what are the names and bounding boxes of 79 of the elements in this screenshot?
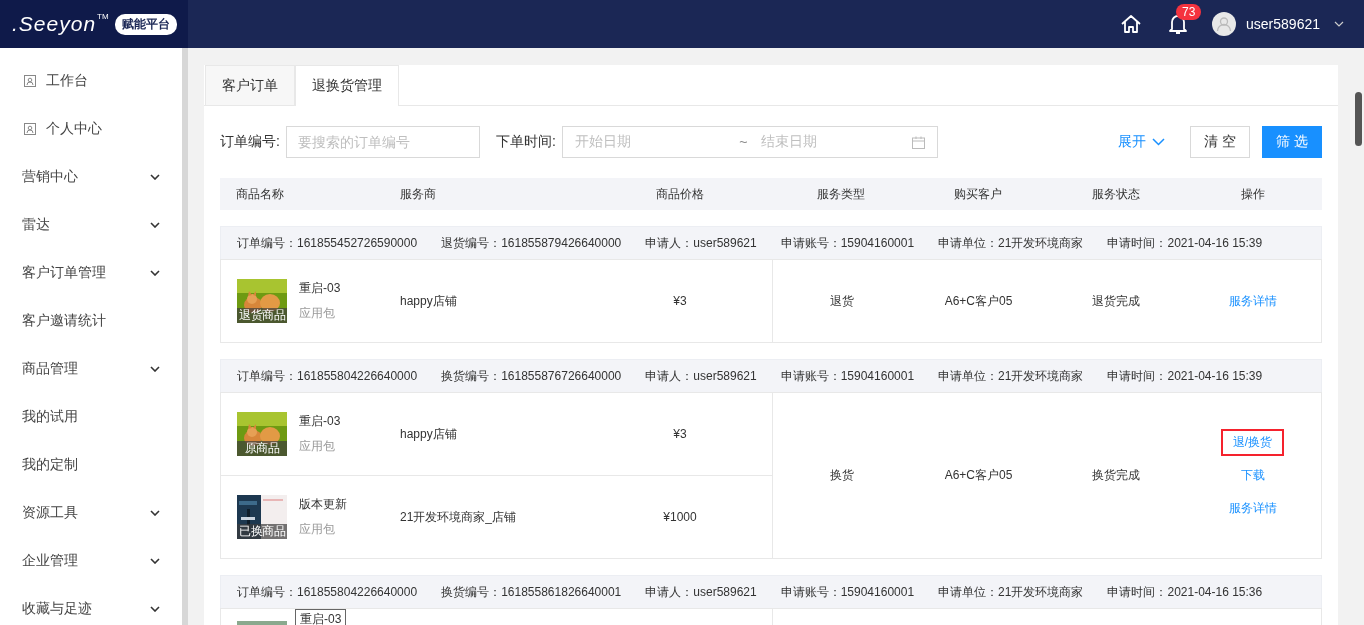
order-field: 换货编号：161855876726640000 [441,367,622,385]
thumbnail-caption: 退货商品 [237,308,287,323]
order-field: 申请单位：21开发环境商家 [938,367,1084,385]
sidebar-item[interactable]: 个人中心 [0,105,182,153]
sidebar-item[interactable]: 工作台 [0,57,182,105]
sidebar-item[interactable]: 商品管理 [0,345,182,393]
date-range-field[interactable]: 开始日期 ~ 结束日期 [561,126,938,158]
trademark: TM [97,12,109,21]
order-field: 申请账号：15904160001 [780,583,915,601]
scrollbar-thumb[interactable] [1355,92,1362,146]
order-field: 订单编号：161855804226640000 [237,583,418,601]
table-cell-text: 换货完成 [1090,467,1141,484]
sidebar-item[interactable]: 我的定制 [0,441,182,489]
logo: .Seeyon [12,12,97,36]
sidebar-item[interactable]: 我的试用 [0,393,182,441]
table-cell-text: happy店铺 [400,292,458,310]
column-header: 购买客户 [953,185,1004,203]
order-field: 退货编号：161855879426640000 [441,234,622,252]
user-card-icon [24,75,36,87]
product-name: 重启-03 [299,280,341,297]
table-cell-text: 退货 [828,292,855,310]
tab[interactable]: 退换货管理 [295,65,399,106]
table-cell-text: 21开发环境商家_店铺 [400,508,518,526]
tab[interactable]: 客户订单 [205,65,295,105]
order-field: 申请账号：15904160001 [780,367,915,385]
order-field: 订单编号：161855804226640000 [237,367,418,385]
home-icon[interactable] [1120,13,1143,35]
sidebar-item[interactable]: 资源工具 [0,489,182,537]
order-field: 申请时间：2021-04-16 15:36 [1107,583,1263,601]
sidebar-item[interactable]: 雷达 [0,201,182,249]
table-cell-text: happy店铺 [400,425,458,443]
field-label: 订单编号: [220,133,280,151]
avatar-icon[interactable] [1212,12,1237,36]
chevron-down-icon [1152,138,1166,146]
platform-badge: 赋能平台 [114,13,177,35]
username[interactable]: user589621 [1246,16,1320,32]
order-field: 申请时间：2021-04-16 15:39 [1107,234,1263,252]
order-field: 换货编号：161855861826640001 [441,583,622,601]
sidebar-item[interactable]: 客户订单管理 [0,249,182,297]
thumbnail-caption: 已换商品 [237,524,287,539]
column-header: 商品名称 [235,185,285,203]
sidebar-item[interactable]: 收藏与足迹 [0,585,182,625]
sidebar-item[interactable]: 企业管理 [0,537,182,585]
column-header: 商品价格 [655,185,705,203]
user-card-icon [24,123,36,135]
table-cell-text: A6+C客户05 [943,292,1014,310]
thumbnail-caption: 原商品 [237,441,287,456]
order-field: 申请人：user589621 [645,583,757,601]
notification-count: 73 [1176,4,1202,20]
product-type: 应用包 [299,305,336,322]
column-header: 服务商 [400,185,437,203]
table-cell-text: 换货 [828,467,855,484]
product-type: 应用包 [299,438,336,455]
table-cell-text: ¥1000 [662,510,698,524]
product-name: 版本更新 [299,496,347,513]
order-number-field[interactable]: 要搜索的订单编号 [285,126,480,158]
calendar-icon [911,135,925,149]
tooltip: 重启-03 [295,609,347,625]
chevron-down-icon[interactable] [1334,21,1344,27]
sidebar-item[interactable]: 营销中心 [0,153,182,201]
order-field: 申请人：user589621 [645,234,757,252]
table-cell-text: ¥3 [672,294,688,308]
clear-button[interactable]: 清 空 [1190,126,1251,158]
order-field: 申请单位：21开发环境商家 [938,234,1084,252]
column-header: 操作 [1240,185,1267,203]
product-type: 应用包 [299,521,336,538]
order-field: 申请人：user589621 [645,367,757,385]
sidebar-item[interactable]: 客户邀请统计 [0,297,182,345]
order-field: 申请时间：2021-04-16 15:39 [1107,367,1263,385]
table-cell-text: ¥3 [672,427,688,441]
order-field: 订单编号：161855452726590000 [237,234,418,252]
column-header: 服务状态 [1090,185,1141,203]
table-cell-text: A6+C客户05 [943,467,1014,484]
order-field: 申请账号：15904160001 [780,234,915,252]
product-name: 重启-03 [299,413,341,430]
table-cell-text: 退货完成 [1090,292,1141,310]
field-label: 下单时间: [495,133,556,151]
column-header: 服务类型 [815,185,866,203]
order-field: 申请单位：21开发环境商家 [938,583,1084,601]
